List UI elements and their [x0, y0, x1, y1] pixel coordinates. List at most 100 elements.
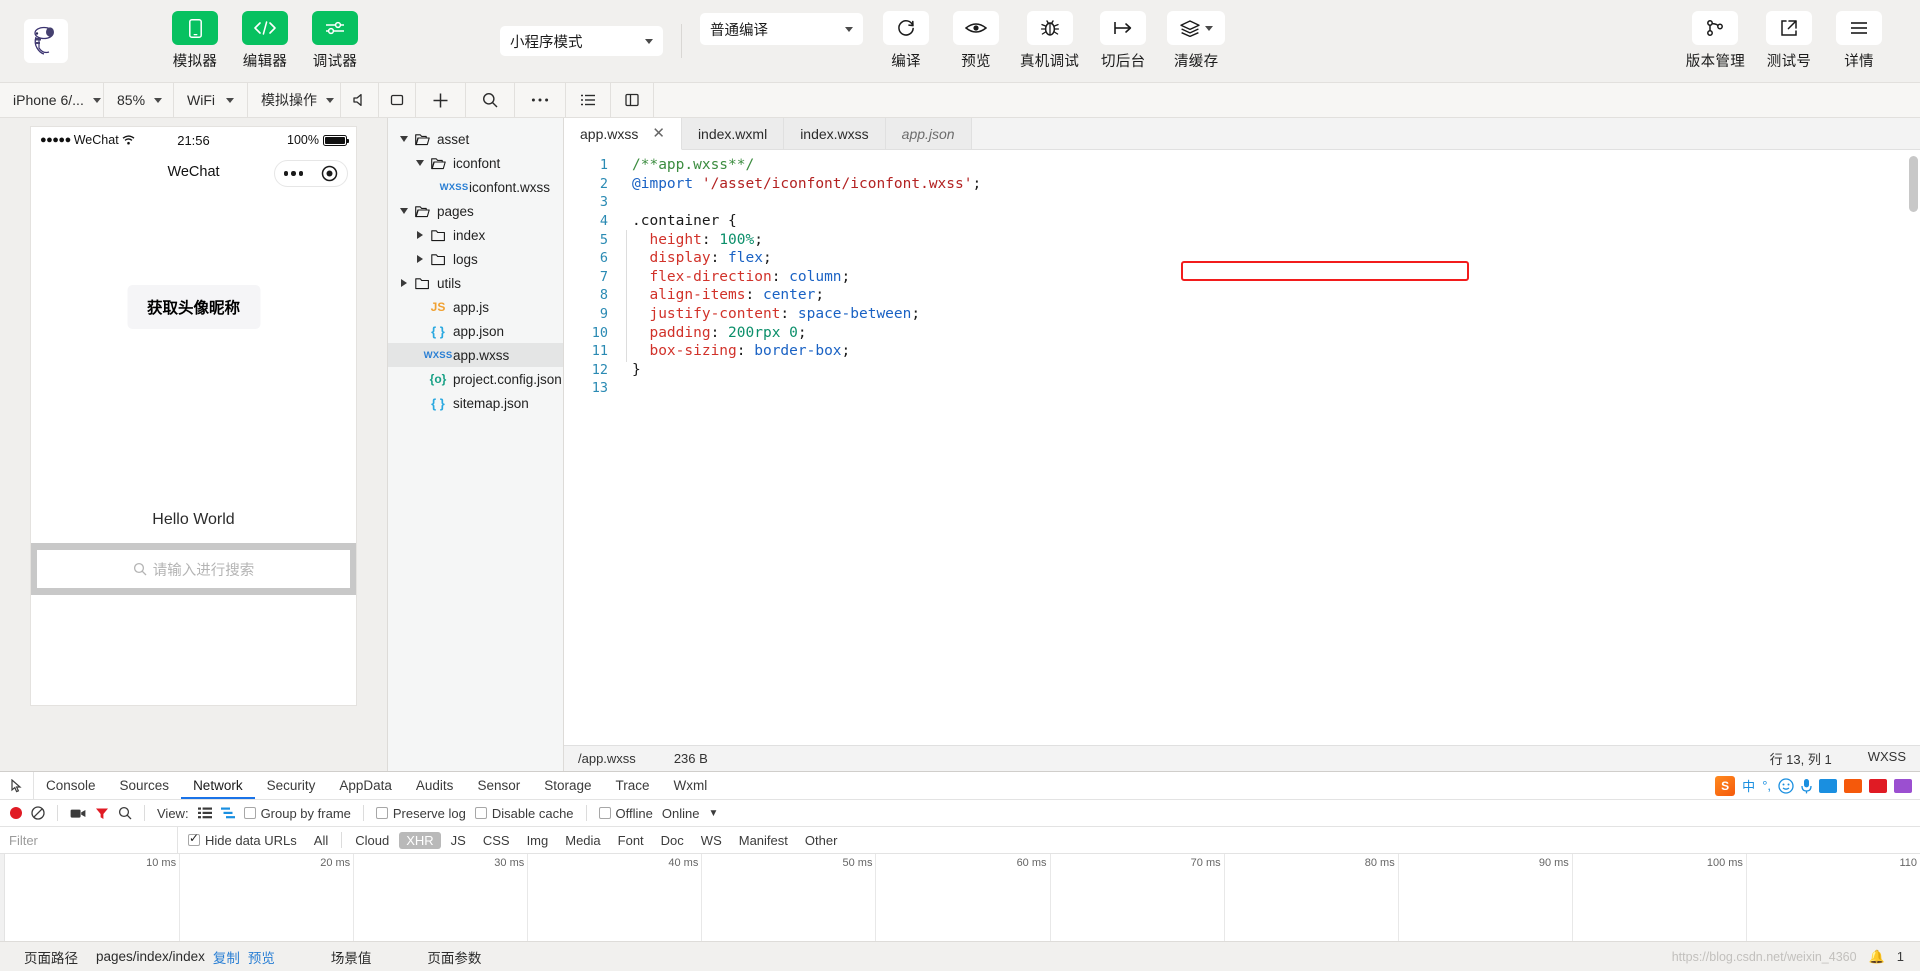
group-by-frame-checkbox[interactable]: Group by frame — [243, 806, 351, 821]
checkbox[interactable] — [598, 807, 611, 819]
code-line[interactable]: 3 — [564, 193, 1920, 212]
chevron-down-icon[interactable]: ▼ — [708, 808, 718, 819]
checkbox[interactable] — [243, 807, 256, 819]
code-line[interactable]: 2 @import '/asset/iconfont/iconfont.wxss'… — [564, 175, 1920, 194]
offline-checkbox[interactable]: Offline — [598, 806, 653, 821]
ime-emoji-icon[interactable] — [1778, 777, 1794, 794]
device-select[interactable]: iPhone 6/... — [0, 83, 104, 117]
file-tree-item[interactable]: WXSS iconfont.wxss — [388, 175, 563, 199]
file-tree-item[interactable]: iconfont — [388, 151, 563, 175]
resource-type-filter[interactable]: WS — [694, 832, 729, 849]
devtools-tab[interactable]: AppData — [327, 772, 404, 799]
network-select[interactable]: WiFi — [174, 83, 248, 117]
toolbar-button-clear-cache[interactable]: 清缓存 — [1167, 11, 1226, 71]
resource-type-filter[interactable]: Media — [558, 832, 607, 849]
get-avatar-nickname-button[interactable]: 获取头像昵称 — [126, 285, 261, 329]
record-icon[interactable] — [10, 807, 22, 819]
checkbox[interactable] — [474, 807, 487, 819]
toolbar-button-preview[interactable]: 预览 — [950, 11, 1002, 71]
file-tree-item[interactable]: utils — [388, 271, 563, 295]
ime-chinese-icon[interactable]: 中 — [1742, 776, 1755, 795]
resource-type-filter[interactable]: XHR — [399, 831, 441, 849]
toolbar-button-test-account[interactable]: 测试号 — [1763, 11, 1815, 71]
zoom-select[interactable]: 85% — [104, 83, 174, 117]
file-tree[interactable]: asset iconfont WXSS iconfont.wxss pages index… — [388, 118, 564, 771]
waterfall-view-icon[interactable] — [220, 807, 235, 819]
resource-type-filter[interactable]: Other — [798, 832, 845, 849]
scene-value-cell[interactable]: 场景值 — [317, 947, 386, 967]
ime-gift-icon[interactable] — [1869, 778, 1887, 793]
volume-icon[interactable] — [341, 83, 379, 117]
editor-scrollbar[interactable] — [1909, 156, 1918, 212]
clear-icon[interactable] — [31, 806, 45, 820]
toolbar-button-editor[interactable]: 编辑器 — [239, 11, 291, 71]
code-line[interactable]: 5 height: 100%; — [564, 230, 1920, 249]
editor-tab[interactable]: index.wxss — [784, 118, 886, 149]
toolbar-button-version-management[interactable]: 版本管理 — [1686, 11, 1745, 71]
toolbar-button-compile[interactable]: 编译 — [880, 11, 932, 71]
toolbar-button-simulator[interactable]: 模拟器 — [169, 11, 221, 71]
devtools-tabs[interactable]: Console Sources Network Security AppData Audi… — [0, 772, 1920, 800]
resource-type-filter[interactable]: Img — [520, 832, 556, 849]
devtools-tab-list[interactable]: Console Sources Network Security AppData Audi… — [34, 772, 719, 799]
chevron-right-icon[interactable] — [412, 255, 428, 263]
code-line[interactable]: 1 /**app.wxss**/ — [564, 156, 1920, 175]
chevron-down-icon[interactable] — [396, 208, 412, 214]
code-line[interactable]: 6 display: flex; — [564, 249, 1920, 268]
capsule-buttons[interactable] — [274, 160, 348, 187]
editor-tab[interactable]: app.json — [885, 118, 972, 149]
resource-type-filter[interactable]: CSS — [476, 832, 517, 849]
checkbox[interactable] — [375, 807, 388, 819]
devtools-tab[interactable]: Audits — [404, 772, 466, 799]
toolbar-button-details[interactable]: 详情 — [1833, 11, 1885, 71]
file-tree-item[interactable]: { } app.json — [388, 319, 563, 343]
file-tree-item[interactable]: index — [388, 223, 563, 247]
chevron-down-icon[interactable] — [396, 136, 412, 142]
cursor-picker-icon[interactable] — [0, 772, 34, 799]
code-line[interactable]: 7 flex-direction: column; — [564, 268, 1920, 287]
code-line[interactable]: 4 .container { — [564, 212, 1920, 231]
search-icon[interactable] — [466, 83, 515, 117]
chevron-right-icon[interactable] — [412, 231, 428, 239]
capsule-more-icon[interactable] — [283, 171, 304, 176]
language-mode[interactable]: WXSS — [1868, 749, 1906, 768]
resource-type-filter[interactable]: JS — [444, 832, 473, 849]
preview-button[interactable]: 预览 — [248, 947, 275, 967]
code-line[interactable]: 10 padding: 200rpx 0; — [564, 323, 1920, 342]
code-lines[interactable]: 1 /**app.wxss**/ 2 @import '/asset/iconfont… — [564, 150, 1920, 398]
chevron-down-icon[interactable] — [412, 160, 428, 166]
devtools-tab[interactable]: Security — [255, 772, 328, 799]
capsule-close-icon[interactable] — [321, 165, 338, 182]
compile-select[interactable]: 普通编译 — [700, 13, 863, 45]
ime-voice-icon[interactable] — [1801, 778, 1812, 794]
code-editor[interactable]: 1 /**app.wxss**/ 2 @import '/asset/iconfont… — [564, 150, 1920, 745]
filter-input[interactable]: Filter — [0, 827, 178, 853]
toolbar-button-debugger[interactable]: 调试器 — [309, 11, 361, 71]
file-tree-item[interactable]: JS app.js — [388, 295, 563, 319]
file-tree-item[interactable]: pages — [388, 199, 563, 223]
search-icon[interactable] — [118, 806, 132, 820]
resource-type-filter[interactable]: All — [307, 832, 335, 849]
devtools-tab[interactable]: Storage — [532, 772, 603, 799]
code-line[interactable]: 11 box-sizing: border-box; — [564, 342, 1920, 361]
search-input[interactable]: 请输入进行搜索 — [37, 550, 350, 588]
devtools-tab[interactable]: Sensor — [465, 772, 532, 799]
page-params-cell[interactable]: 页面参数 — [413, 947, 495, 967]
checkbox[interactable] — [188, 831, 200, 846]
toolbar-button-background[interactable]: 切后台 — [1097, 11, 1149, 71]
file-tree-item[interactable]: asset — [388, 127, 563, 151]
copy-button[interactable]: 复制 — [213, 947, 240, 967]
sogou-ime-icon[interactable]: S — [1715, 775, 1736, 796]
filter-icon[interactable] — [95, 807, 109, 820]
more-icon[interactable] — [515, 83, 566, 117]
code-line[interactable]: 8 align-items: center; — [564, 286, 1920, 305]
chevron-right-icon[interactable] — [396, 279, 412, 287]
rotate-icon[interactable] — [379, 83, 416, 117]
editor-tab[interactable]: index.wxml — [681, 118, 785, 149]
ime-apps-icon[interactable] — [1894, 778, 1912, 793]
toolbar-button-real-device-debug[interactable]: 真机调试 — [1020, 11, 1079, 71]
devtools-tab[interactable]: Console — [34, 772, 108, 799]
preserve-log-checkbox[interactable]: Preserve log — [375, 806, 466, 821]
file-tree-item[interactable]: {o} project.config.json — [388, 367, 563, 391]
close-icon[interactable]: ✕ — [652, 126, 665, 141]
